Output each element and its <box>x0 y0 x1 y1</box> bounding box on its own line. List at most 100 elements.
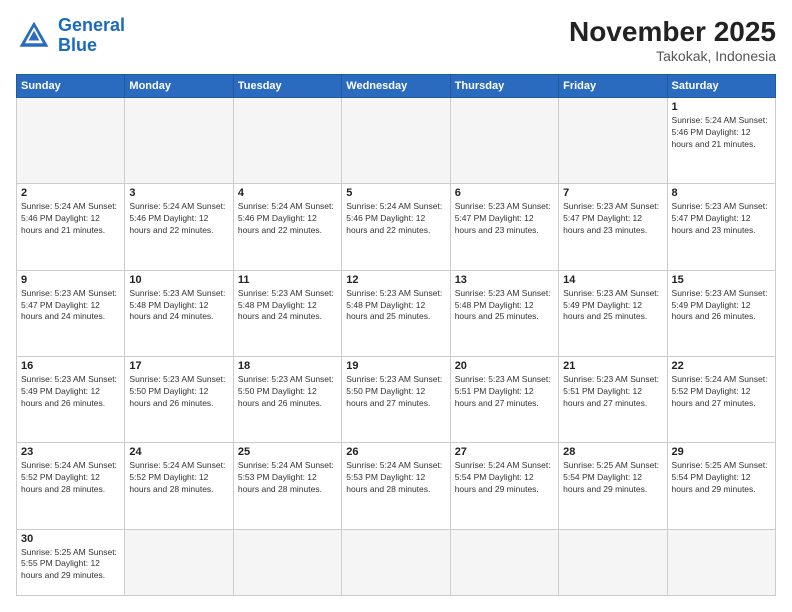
day-number: 18 <box>238 360 337 372</box>
day-number: 1 <box>672 101 771 113</box>
day-number: 25 <box>238 446 337 458</box>
day-number: 2 <box>21 187 120 199</box>
table-row <box>559 529 667 595</box>
calendar-table: Sunday Monday Tuesday Wednesday Thursday… <box>16 74 776 596</box>
col-tuesday: Tuesday <box>233 75 341 98</box>
table-row: 26 Sunrise: 5:24 AM Sunset: 5:53 PM Dayli… <box>342 443 450 529</box>
day-info: Sunrise: 5:24 AM Sunset: 5:46 PM Dayligh… <box>346 201 445 237</box>
day-info: Sunrise: 5:24 AM Sunset: 5:53 PM Dayligh… <box>346 460 445 496</box>
day-info: Sunrise: 5:23 AM Sunset: 5:48 PM Dayligh… <box>346 288 445 324</box>
table-row: 6 Sunrise: 5:23 AM Sunset: 5:47 PM Daylig… <box>450 184 558 270</box>
day-info: Sunrise: 5:23 AM Sunset: 5:47 PM Dayligh… <box>21 288 120 324</box>
col-saturday: Saturday <box>667 75 775 98</box>
col-friday: Friday <box>559 75 667 98</box>
table-row: 3 Sunrise: 5:24 AM Sunset: 5:46 PM Daylig… <box>125 184 233 270</box>
calendar-header-row: Sunday Monday Tuesday Wednesday Thursday… <box>17 75 776 98</box>
day-number: 26 <box>346 446 445 458</box>
day-number: 21 <box>563 360 662 372</box>
table-row: 13Sunrise: 5:23 AM Sunset: 5:48 PM Dayli… <box>450 270 558 356</box>
day-info: Sunrise: 5:24 AM Sunset: 5:46 PM Dayligh… <box>129 201 228 237</box>
table-row <box>17 98 125 184</box>
day-info: Sunrise: 5:24 AM Sunset: 5:46 PM Dayligh… <box>672 115 771 151</box>
day-number: 12 <box>346 274 445 286</box>
location: Takokak, Indonesia <box>569 48 776 64</box>
day-info: Sunrise: 5:23 AM Sunset: 5:49 PM Dayligh… <box>21 374 120 410</box>
day-info: Sunrise: 5:23 AM Sunset: 5:51 PM Dayligh… <box>455 374 554 410</box>
table-row <box>125 529 233 595</box>
day-number: 27 <box>455 446 554 458</box>
table-row: 18 Sunrise: 5:23 AM Sunset: 5:50 PM Dayli… <box>233 356 341 442</box>
table-row: 27 Sunrise: 5:24 AM Sunset: 5:54 PM Dayli… <box>450 443 558 529</box>
day-number: 8 <box>672 187 771 199</box>
table-row: 9 Sunrise: 5:23 AM Sunset: 5:47 PM Daylig… <box>17 270 125 356</box>
table-row: 28Sunrise: 5:25 AM Sunset: 5:54 PM Dayli… <box>559 443 667 529</box>
table-row <box>233 98 341 184</box>
logo-icon <box>16 18 52 54</box>
day-number: 6 <box>455 187 554 199</box>
day-number: 23 <box>21 446 120 458</box>
day-number: 24 <box>129 446 228 458</box>
logo-blue: Blue <box>58 35 97 55</box>
day-info: Sunrise: 5:24 AM Sunset: 5:52 PM Dayligh… <box>672 374 771 410</box>
table-row: 16 Sunrise: 5:23 AM Sunset: 5:49 PM Dayli… <box>17 356 125 442</box>
day-number: 9 <box>21 274 120 286</box>
col-sunday: Sunday <box>17 75 125 98</box>
day-info: Sunrise: 5:25 AM Sunset: 5:54 PM Dayligh… <box>672 460 771 496</box>
logo: General Blue <box>16 16 125 56</box>
day-number: 28 <box>563 446 662 458</box>
day-info: Sunrise: 5:23 AM Sunset: 5:50 PM Dayligh… <box>129 374 228 410</box>
day-number: 22 <box>672 360 771 372</box>
day-info: Sunrise: 5:24 AM Sunset: 5:52 PM Dayligh… <box>129 460 228 496</box>
col-monday: Monday <box>125 75 233 98</box>
title-block: November 2025 Takokak, Indonesia <box>569 16 776 64</box>
col-wednesday: Wednesday <box>342 75 450 98</box>
day-info: Sunrise: 5:23 AM Sunset: 5:50 PM Dayligh… <box>346 374 445 410</box>
table-row <box>125 98 233 184</box>
day-info: Sunrise: 5:24 AM Sunset: 5:54 PM Dayligh… <box>455 460 554 496</box>
day-number: 4 <box>238 187 337 199</box>
day-number: 30 <box>21 533 120 545</box>
day-info: Sunrise: 5:23 AM Sunset: 5:48 PM Dayligh… <box>455 288 554 324</box>
table-row: 11Sunrise: 5:23 AM Sunset: 5:48 PM Dayli… <box>233 270 341 356</box>
table-row: 17 Sunrise: 5:23 AM Sunset: 5:50 PM Dayli… <box>125 356 233 442</box>
table-row: 7 Sunrise: 5:23 AM Sunset: 5:47 PM Daylig… <box>559 184 667 270</box>
table-row: 29 Sunrise: 5:25 AM Sunset: 5:54 PM Dayli… <box>667 443 775 529</box>
day-number: 17 <box>129 360 228 372</box>
table-row: 24 Sunrise: 5:24 AM Sunset: 5:52 PM Dayli… <box>125 443 233 529</box>
table-row <box>450 529 558 595</box>
table-row: 22 Sunrise: 5:24 AM Sunset: 5:52 PM Dayli… <box>667 356 775 442</box>
table-row <box>342 98 450 184</box>
day-info: Sunrise: 5:24 AM Sunset: 5:46 PM Dayligh… <box>21 201 120 237</box>
table-row: 20 Sunrise: 5:23 AM Sunset: 5:51 PM Dayli… <box>450 356 558 442</box>
day-number: 14 <box>563 274 662 286</box>
day-info: Sunrise: 5:24 AM Sunset: 5:46 PM Dayligh… <box>238 201 337 237</box>
table-row: 5Sunrise: 5:24 AM Sunset: 5:46 PM Daylig… <box>342 184 450 270</box>
table-row: 19Sunrise: 5:23 AM Sunset: 5:50 PM Dayli… <box>342 356 450 442</box>
day-number: 29 <box>672 446 771 458</box>
day-number: 20 <box>455 360 554 372</box>
table-row: 2 Sunrise: 5:24 AM Sunset: 5:46 PM Daylig… <box>17 184 125 270</box>
day-info: Sunrise: 5:23 AM Sunset: 5:47 PM Dayligh… <box>455 201 554 237</box>
day-info: Sunrise: 5:23 AM Sunset: 5:47 PM Dayligh… <box>563 201 662 237</box>
col-thursday: Thursday <box>450 75 558 98</box>
table-row <box>233 529 341 595</box>
day-info: Sunrise: 5:23 AM Sunset: 5:48 PM Dayligh… <box>129 288 228 324</box>
day-number: 11 <box>238 274 337 286</box>
table-row: 8Sunrise: 5:23 AM Sunset: 5:47 PM Daylig… <box>667 184 775 270</box>
day-info: Sunrise: 5:23 AM Sunset: 5:50 PM Dayligh… <box>238 374 337 410</box>
table-row: 1 Sunrise: 5:24 AM Sunset: 5:46 PM Daylig… <box>667 98 775 184</box>
table-row <box>450 98 558 184</box>
day-number: 3 <box>129 187 228 199</box>
table-row: 14 Sunrise: 5:23 AM Sunset: 5:49 PM Dayli… <box>559 270 667 356</box>
table-row: 15Sunrise: 5:23 AM Sunset: 5:49 PM Dayli… <box>667 270 775 356</box>
table-row: 12 Sunrise: 5:23 AM Sunset: 5:48 PM Dayli… <box>342 270 450 356</box>
day-info: Sunrise: 5:23 AM Sunset: 5:49 PM Dayligh… <box>672 288 771 324</box>
table-row: 23Sunrise: 5:24 AM Sunset: 5:52 PM Dayli… <box>17 443 125 529</box>
day-info: Sunrise: 5:23 AM Sunset: 5:49 PM Dayligh… <box>563 288 662 324</box>
month-title: November 2025 <box>569 16 776 48</box>
day-info: Sunrise: 5:25 AM Sunset: 5:55 PM Dayligh… <box>21 547 120 583</box>
day-number: 7 <box>563 187 662 199</box>
day-number: 16 <box>21 360 120 372</box>
table-row: 21Sunrise: 5:23 AM Sunset: 5:51 PM Dayli… <box>559 356 667 442</box>
table-row <box>667 529 775 595</box>
